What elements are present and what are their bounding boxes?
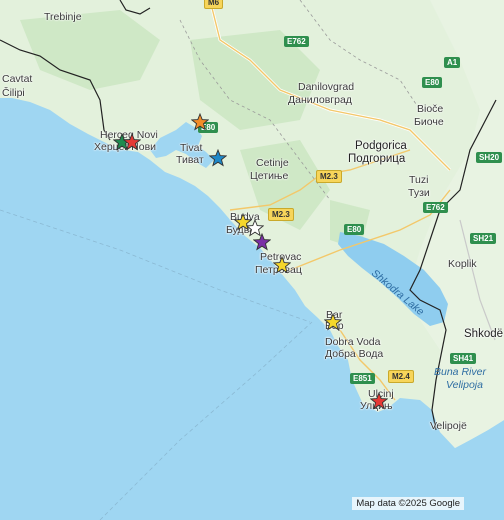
water-label-velipoja: Velipoja [446, 379, 483, 391]
road-shield-e851: E851 [350, 373, 375, 384]
map-attribution: Map data ©2025 Google [352, 497, 464, 510]
star-icon [369, 391, 389, 410]
map-marker-herceg-red[interactable] [122, 132, 142, 151]
place-label-biocje-cyr: Биоче [414, 116, 444, 128]
star-icon [122, 132, 142, 151]
map-marker-tivat-blue[interactable] [208, 148, 228, 167]
place-label-tivat-lat: Tivat [180, 142, 203, 154]
road-shield-sh41: SH41 [450, 353, 477, 364]
star-icon [252, 232, 272, 251]
map-marker-bar-yellow[interactable] [323, 312, 343, 331]
place-label-tuzi-lat: Tuzi [409, 174, 429, 186]
water-label-buna: Buna River [434, 366, 486, 378]
map-canvas[interactable]: Trebinje Cavtat Čilipi Herceg Novi Херцег Но… [0, 0, 504, 520]
road-shield-e80-n: E80 [422, 77, 443, 88]
place-label-dobra-cyr: Добра Вода [325, 348, 384, 360]
map-marker-budva-purple[interactable] [252, 232, 272, 251]
place-label-velipoje: Velipojë [430, 420, 467, 432]
ferry-line [99, 321, 313, 520]
map-marker-kotor[interactable] [190, 112, 210, 131]
road-shield-m23-b: M2.3 [268, 208, 294, 221]
map-marker-ulcinj-red[interactable] [369, 391, 389, 410]
road-shield-m24: M2.4 [388, 370, 414, 383]
map-marker-petrovac-yellow[interactable] [272, 255, 292, 274]
place-label-cavtat: Cavtat [2, 73, 33, 85]
place-label-koplik: Koplik [448, 258, 477, 270]
star-icon [208, 148, 228, 167]
road-shield-m6: M6 [204, 0, 224, 9]
place-label-cetinje-lat: Cetinje [256, 157, 289, 169]
place-label-cetinje-cyr: Цетиње [250, 170, 289, 182]
place-label-danilovgrad-lat: Danilovgrad [298, 81, 355, 93]
place-label-danilovgrad-cyr: Даниловград [288, 94, 352, 106]
place-label-cilipi: Čilipi [2, 87, 25, 99]
place-label-trebinje: Trebinje [44, 11, 82, 23]
place-label-biocje-lat: Bioče [417, 103, 444, 115]
place-label-shkoder: Shkodë [464, 328, 504, 340]
star-icon [272, 255, 292, 274]
road-shield-m23-a: M2.3 [316, 170, 342, 183]
place-label-tuzi-cyr: Тузи [408, 187, 430, 199]
road-shield-e762-n: E762 [284, 36, 309, 47]
road-shield-a1: A1 [444, 57, 461, 68]
road-shield-e762-s: E762 [423, 202, 448, 213]
star-icon [323, 312, 343, 331]
star-icon [190, 112, 210, 131]
place-label-podgorica-cyr: Подгорица [348, 153, 406, 165]
road-shield-sh21: SH21 [470, 233, 497, 244]
place-label-tivat-cyr: Тиват [176, 154, 204, 166]
place-label-dobra-lat: Dobra Voda [325, 336, 381, 348]
road-shield-sh20: SH20 [476, 152, 503, 163]
place-label-podgorica-lat: Podgorica [355, 140, 407, 152]
road-shield-e80-s: E80 [344, 224, 365, 235]
